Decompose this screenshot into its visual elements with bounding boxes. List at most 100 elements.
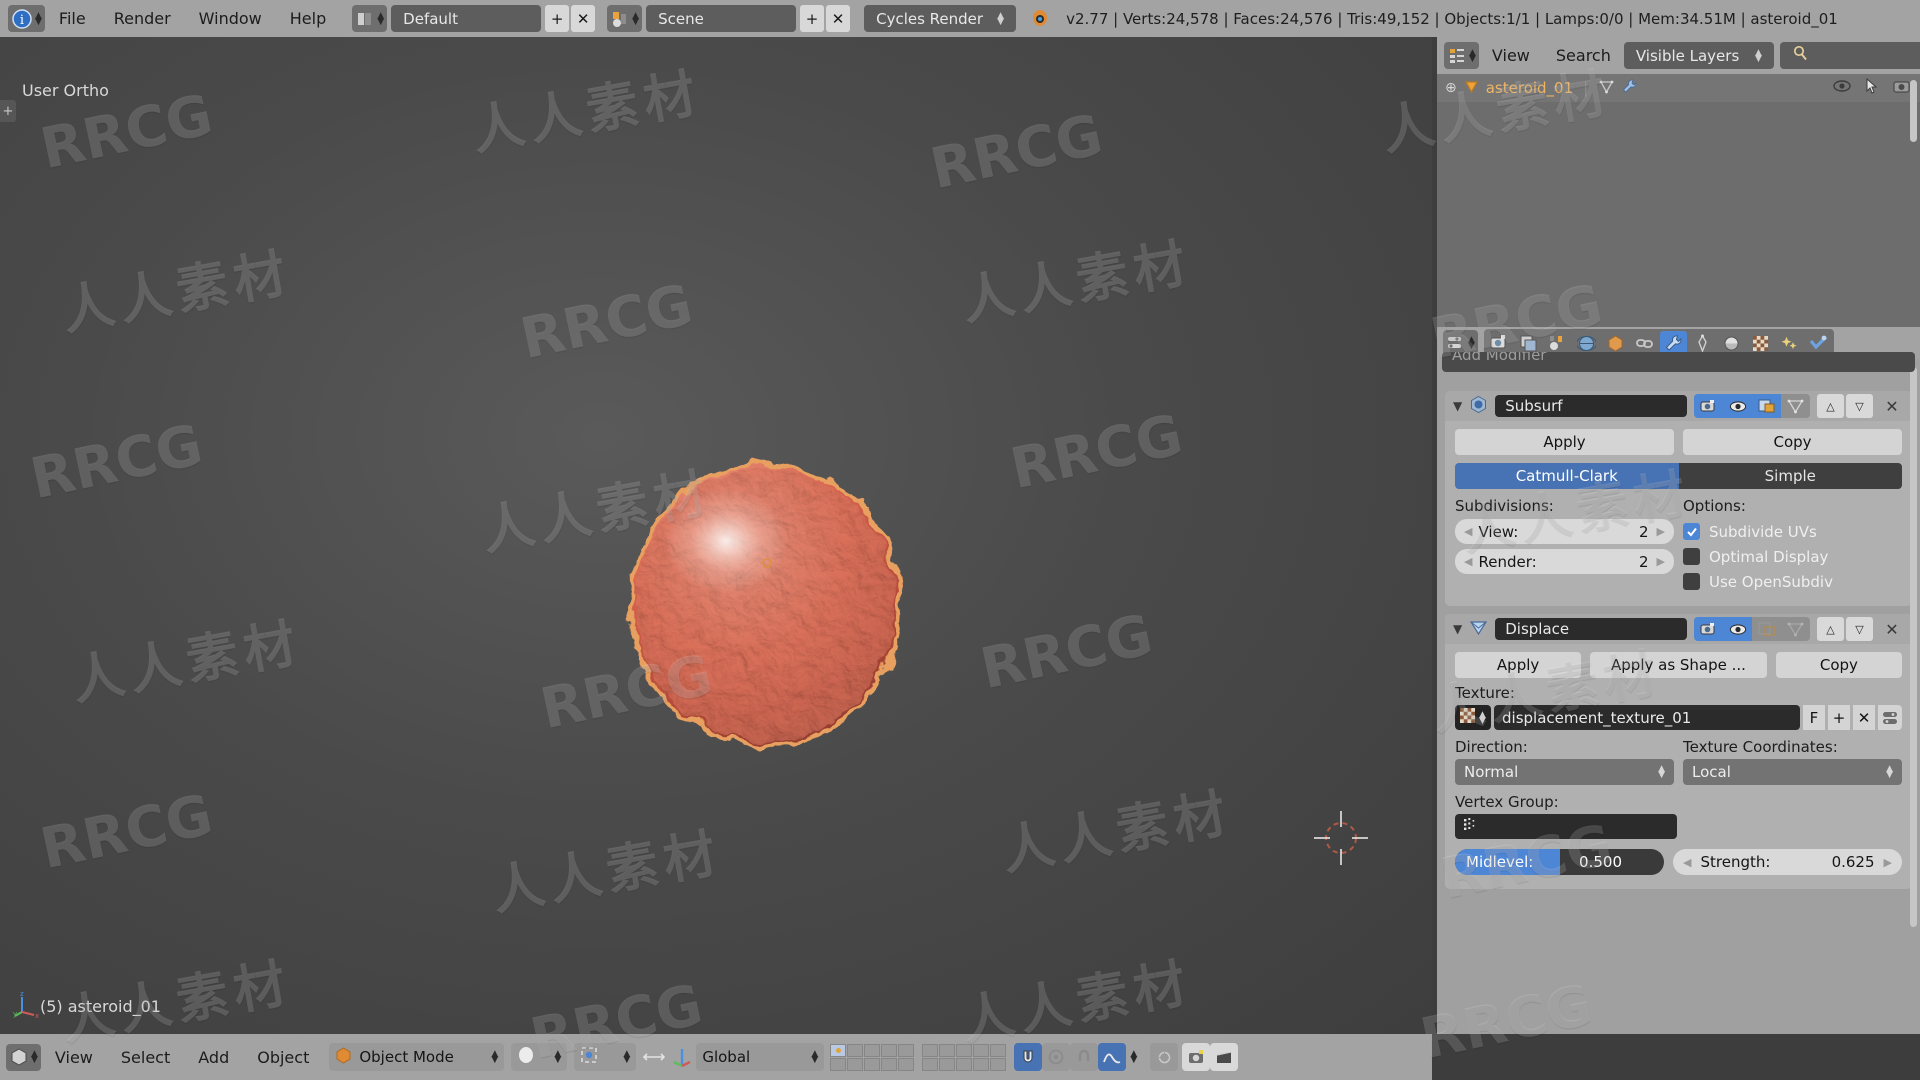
- render-subdivisions-field[interactable]: ◀ Render: 2 ▶: [1455, 549, 1674, 574]
- chevron-updown-icon[interactable]: ▲ ▼: [31, 1050, 38, 1065]
- chevron-updown-icon[interactable]: ▲ ▼: [491, 1050, 498, 1065]
- menu-help[interactable]: Help: [276, 9, 340, 28]
- proportional-falloff-icon[interactable]: [1150, 1043, 1179, 1071]
- apply-button-subsurf[interactable]: Apply: [1455, 429, 1674, 455]
- view-subdivisions-field[interactable]: ◀ View: 2 ▶: [1455, 519, 1674, 544]
- pivot-point-selector[interactable]: ▲ ▼: [574, 1043, 637, 1071]
- snap-magnet-icon[interactable]: [1014, 1043, 1043, 1071]
- layer-block-1[interactable]: [830, 1043, 915, 1071]
- layer-cell-15[interactable]: [898, 1057, 915, 1071]
- restrict-select-cursor-icon[interactable]: [1865, 77, 1879, 98]
- use-opensubdiv-row[interactable]: Use OpenSubdiv: [1683, 569, 1902, 594]
- new-texture-button[interactable]: +: [1828, 705, 1850, 730]
- outliner-editor[interactable]: ▲ ▼ View Search Visible Layers ▲ ▼ ⊕ aster…: [1437, 37, 1920, 327]
- layer-cell-1[interactable]: [830, 1043, 847, 1057]
- menu-file[interactable]: File: [45, 9, 100, 28]
- expand-toggle-icon[interactable]: ⊕: [1445, 80, 1457, 96]
- editor-type-3dview-icon[interactable]: ▲ ▼: [6, 1043, 41, 1071]
- menu-view[interactable]: View: [41, 1048, 107, 1067]
- move-down-button[interactable]: ▽: [1846, 617, 1873, 641]
- on-cage-toggle[interactable]: [1781, 617, 1810, 641]
- render-still-icon[interactable]: [1182, 1043, 1211, 1071]
- increment-arrow-icon[interactable]: ▶: [1657, 525, 1665, 538]
- chevron-updown-icon[interactable]: ▲ ▼: [377, 11, 384, 26]
- menu-object[interactable]: Object: [243, 1048, 323, 1067]
- chevron-updown-icon[interactable]: ▲ ▼: [623, 1050, 630, 1065]
- menu-window[interactable]: Window: [185, 9, 276, 28]
- remove-modifier-button[interactable]: ✕: [1880, 394, 1904, 418]
- layer-cell-18[interactable]: [956, 1057, 973, 1071]
- outliner-display-mode[interactable]: Visible Layers ▲ ▼: [1623, 42, 1774, 69]
- midlevel-slider[interactable]: Midlevel: 0.500: [1455, 849, 1664, 875]
- toolshelf-expand-handle[interactable]: +: [0, 100, 16, 122]
- layer-cell-10[interactable]: [990, 1043, 1007, 1057]
- proportional-edit-icon[interactable]: [1098, 1043, 1127, 1071]
- layer-cell-5[interactable]: [898, 1043, 915, 1057]
- outliner-menu-view[interactable]: View: [1479, 46, 1543, 65]
- chevron-updown-icon[interactable]: ▲ ▼: [1755, 48, 1762, 63]
- strength-field[interactable]: ◀ Strength: 0.625 ▶: [1673, 849, 1902, 875]
- texture-name-field[interactable]: displacement_texture_01: [1494, 705, 1800, 730]
- transform-orientation-selector[interactable]: Global ▲ ▼: [696, 1043, 825, 1071]
- scene-layers[interactable]: [830, 1043, 1007, 1071]
- copy-button-displace[interactable]: Copy: [1775, 652, 1902, 678]
- menu-render[interactable]: Render: [100, 9, 185, 28]
- editmode-toggle[interactable]: [1752, 617, 1781, 641]
- 3d-viewport[interactable]: + User Ortho z y x (5) asteroid_01: [0, 37, 1432, 1034]
- layer-block-2[interactable]: [922, 1043, 1007, 1071]
- snap-magnet-small-icon[interactable]: [1070, 1043, 1099, 1071]
- add-scene-button[interactable]: +: [800, 5, 825, 32]
- modifier-header-displace[interactable]: ▼ Displace △ ▽ ✕: [1445, 614, 1912, 644]
- scene-value[interactable]: Scene: [646, 5, 797, 32]
- unlink-texture-button[interactable]: ✕: [1853, 705, 1875, 730]
- layer-cell-9[interactable]: [973, 1043, 990, 1057]
- chevron-updown-icon[interactable]: ▲ ▼: [35, 11, 42, 26]
- chevron-updown-icon[interactable]: ▲ ▼: [554, 1050, 561, 1065]
- chevron-updown-icon[interactable]: ▲ ▼: [1658, 765, 1665, 780]
- layer-cell-16[interactable]: [922, 1057, 939, 1071]
- add-screen-layout-button[interactable]: +: [545, 5, 570, 32]
- layer-cell-3[interactable]: [864, 1043, 881, 1057]
- optimal-display-row[interactable]: Optimal Display: [1683, 544, 1902, 569]
- vertex-group-field[interactable]: [1455, 814, 1677, 839]
- remove-modifier-button[interactable]: ✕: [1880, 617, 1904, 641]
- copy-button-subsurf[interactable]: Copy: [1683, 429, 1902, 455]
- apply-as-shape-button[interactable]: Apply as Shape ...: [1590, 652, 1767, 678]
- outliner-tree[interactable]: ⊕ asteroid_01 |: [1437, 74, 1920, 327]
- modifier-move-buttons-subsurf[interactable]: △ ▽: [1817, 394, 1873, 418]
- scene-icon[interactable]: ▲ ▼: [607, 5, 643, 32]
- outliner-object-name[interactable]: asteroid_01: [1486, 79, 1573, 97]
- layer-cell-14[interactable]: [881, 1057, 898, 1071]
- interaction-mode-selector[interactable]: Object Mode ▲ ▼: [329, 1043, 505, 1071]
- increment-arrow-icon[interactable]: ▶: [1884, 856, 1892, 869]
- layer-cell-19[interactable]: [973, 1057, 990, 1071]
- chevron-updown-icon[interactable]: ▲ ▼: [1886, 765, 1893, 780]
- use-opensubdiv-checkbox[interactable]: [1683, 573, 1700, 590]
- editmode-toggle[interactable]: [1752, 394, 1781, 418]
- proportional-falloff-selector[interactable]: ▲ ▼: [1126, 1043, 1150, 1071]
- decrement-arrow-icon[interactable]: ◀: [1683, 856, 1691, 869]
- layer-cell-8[interactable]: [956, 1043, 973, 1057]
- subdivide-uvs-checkbox[interactable]: [1683, 523, 1700, 540]
- layer-cell-6[interactable]: [922, 1043, 939, 1057]
- triangle-down-icon[interactable]: ▼: [1453, 399, 1462, 413]
- render-toggle[interactable]: [1694, 394, 1723, 418]
- triangle-down-icon[interactable]: ▼: [1453, 622, 1462, 636]
- outliner-menu-search[interactable]: Search: [1543, 46, 1624, 65]
- move-up-button[interactable]: △: [1817, 394, 1844, 418]
- on-cage-toggle[interactable]: [1781, 394, 1810, 418]
- layer-cell-20[interactable]: [990, 1057, 1007, 1071]
- outliner-search-input[interactable]: [1779, 42, 1920, 69]
- chevron-updown-icon[interactable]: ▲ ▼: [1130, 1050, 1137, 1065]
- delete-scene-button[interactable]: ✕: [826, 5, 851, 32]
- realtime-toggle[interactable]: [1723, 617, 1752, 641]
- screen-layout-value[interactable]: Default: [391, 5, 542, 32]
- menu-select[interactable]: Select: [107, 1048, 184, 1067]
- snap-target-icon[interactable]: [1042, 1043, 1071, 1071]
- chevron-updown-icon[interactable]: ▲ ▼: [1468, 336, 1475, 351]
- modifier-header-subsurf[interactable]: ▼ Subsurf △ ▽ ✕: [1445, 391, 1912, 421]
- blender-info-icon[interactable]: i ▲ ▼: [8, 5, 45, 32]
- subdivide-uvs-row[interactable]: Subdivide UVs: [1683, 519, 1902, 544]
- layer-cell-7[interactable]: [939, 1043, 956, 1057]
- scene-selector[interactable]: ▲ ▼ Scene + ✕: [607, 5, 851, 32]
